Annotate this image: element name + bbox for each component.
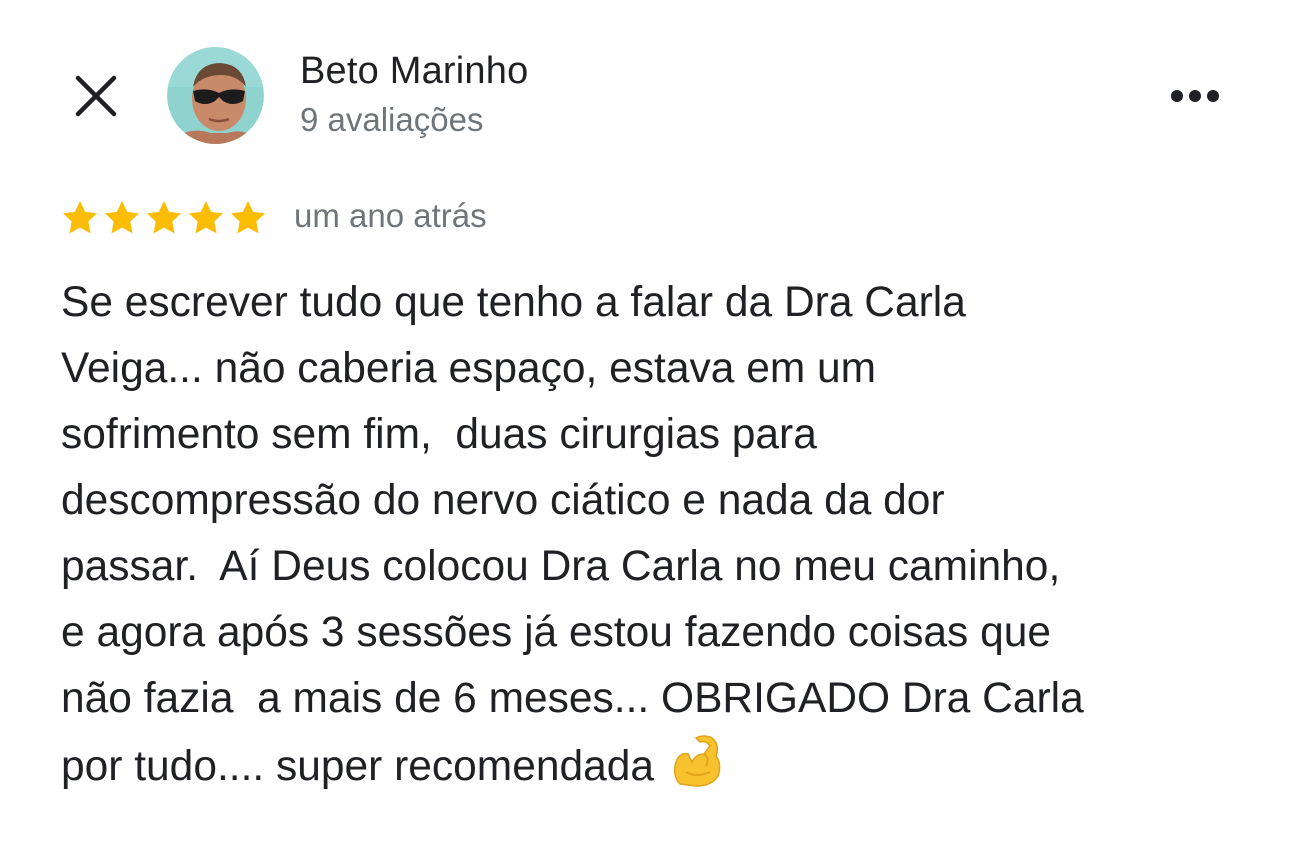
review-text-line: não fazia a mais de 6 meses... OBRIGADO … xyxy=(61,675,1084,722)
review-text-last-line: por tudo.... super recomendada xyxy=(61,732,1241,800)
star-icon xyxy=(102,196,144,240)
review-text-line: descompressão do nervo ciático e nada da… xyxy=(61,477,945,524)
reviewer-name[interactable]: Beto Marinho xyxy=(300,50,528,93)
review-sheet: Beto Marinho 9 avaliações um ano atrás S… xyxy=(0,0,1290,844)
more-options-button[interactable] xyxy=(1160,70,1230,122)
review-text-line: Veiga... não caberia espaço, estava em u… xyxy=(61,345,877,392)
review-time-ago: um ano atrás xyxy=(294,197,487,234)
star-icon xyxy=(144,196,186,240)
review-text-line: sofrimento sem fim, duas cirurgias para xyxy=(61,411,817,458)
star-icon xyxy=(228,196,270,240)
avatar-photo xyxy=(167,47,264,144)
review-text-line: Se escrever tudo que tenho a falar da Dr… xyxy=(61,279,966,326)
review-text-line: e agora após 3 sessões já estou fazendo … xyxy=(61,609,1051,656)
reviewer-review-count: 9 avaliações xyxy=(300,101,484,138)
star-rating xyxy=(60,196,270,240)
review-text-line: passar. Aí Deus colocou Dra Carla no meu… xyxy=(61,543,1061,590)
flexed-biceps-emoji xyxy=(666,732,726,792)
close-icon xyxy=(75,75,117,117)
star-icon xyxy=(186,196,228,240)
avatar[interactable] xyxy=(167,47,264,144)
close-button[interactable] xyxy=(66,66,126,126)
review-body: Se escrever tudo que tenho a falar da Dr… xyxy=(61,270,1241,800)
review-text-line: por tudo.... super recomendada xyxy=(61,743,655,790)
more-horizontal-icon xyxy=(1171,90,1219,102)
star-icon xyxy=(60,196,102,240)
